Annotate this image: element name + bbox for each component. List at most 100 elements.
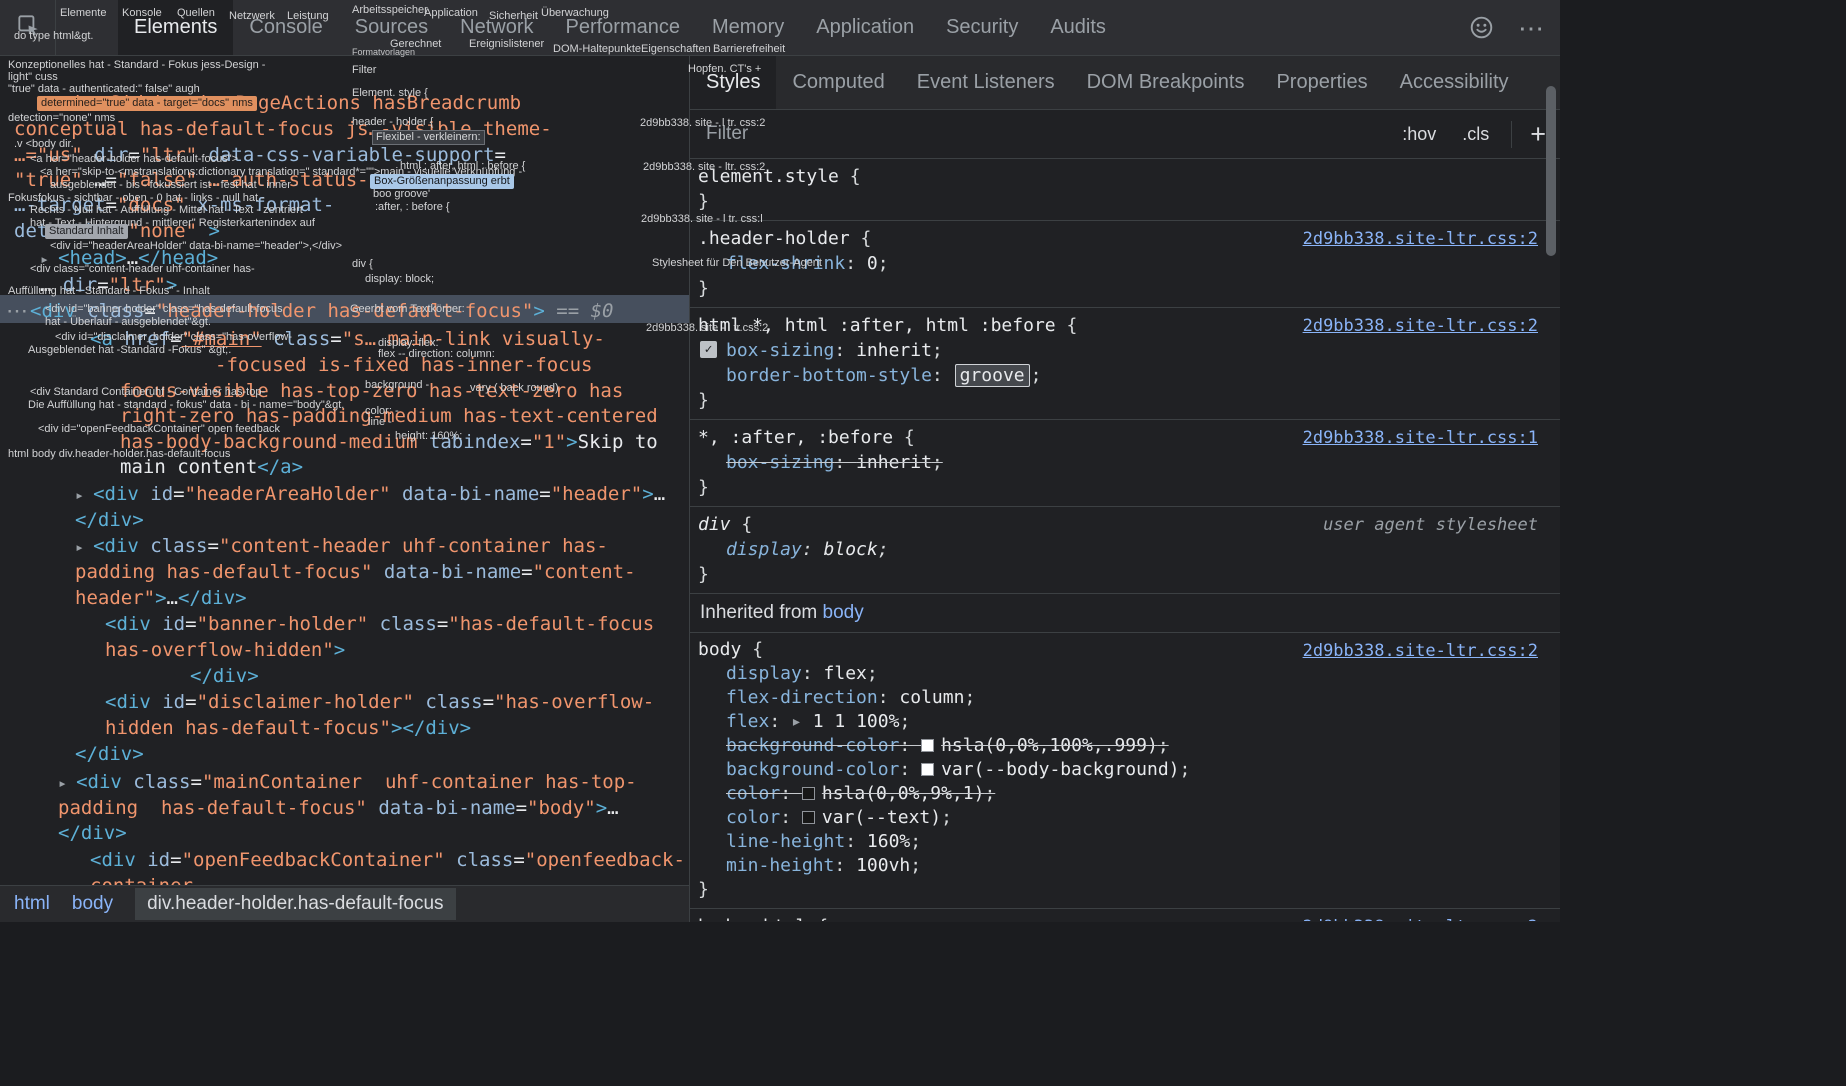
css-property[interactable]: box-sizing: inherit;: [698, 450, 1550, 475]
sidebar-tab-styles[interactable]: Styles: [690, 56, 777, 109]
stylesheet-source-link[interactable]: 2d9bb338.site-ltr.css:2: [1303, 314, 1538, 339]
expand-arrow-icon[interactable]: ▸: [791, 711, 813, 732]
stylesheet-source-link[interactable]: 2d9bb338.site-ltr.css:2: [1303, 915, 1538, 921]
dom-tree-node[interactable]: ▸ <div id="headerAreaHolder" data-bi-nam…: [75, 481, 665, 508]
tab-memory[interactable]: Memory: [696, 0, 800, 55]
style-rule: element.style {}: [690, 159, 1560, 221]
inspect-element-icon: [15, 12, 41, 43]
dom-tree-node[interactable]: "true" …="false" …-auth-status-: [14, 167, 369, 193]
toggle-pseudo-state-button[interactable]: :hov: [1402, 124, 1436, 145]
css-property[interactable]: display: flex;: [698, 662, 1550, 686]
sidebar-tab-computed[interactable]: Computed: [776, 56, 900, 109]
dom-tree-node[interactable]: has-body-background-medium tabindex="1">…: [120, 429, 658, 455]
feedback-smiley-icon[interactable]: [1466, 13, 1496, 43]
user-agent-stylesheet-note: user agent stylesheet: [1323, 515, 1538, 535]
rule-selector[interactable]: body, html {2d9bb338.site-ltr.css:2: [698, 914, 1550, 921]
plus-icon: +: [1530, 118, 1546, 149]
css-property[interactable]: color: var(--text);: [698, 806, 1550, 830]
sidebar-tab-dom-breakpoints[interactable]: DOM Breakpoints: [1071, 56, 1261, 109]
dom-tree-node[interactable]: ▸ <div class="content-header uhf-contain…: [75, 533, 608, 560]
styles-filter-input[interactable]: [704, 122, 1377, 146]
sidebar-tab-accessibility[interactable]: Accessibility: [1384, 56, 1525, 109]
dom-tree-node[interactable]: padding has-default-focus" data-bi-name=…: [75, 559, 636, 585]
dom-tree-node[interactable]: ▸ <div class="mainContainer uhf-containe…: [58, 769, 637, 796]
dom-tree-node[interactable]: </div>: [190, 663, 259, 689]
rule-selector[interactable]: .header-holder {2d9bb338.site-ltr.css:2: [698, 226, 1550, 251]
tab-network[interactable]: Network: [444, 0, 549, 55]
inspect-element-button[interactable]: [0, 0, 56, 55]
dom-breadcrumb-bar: html body div.header-holder.has-default-fo…: [0, 885, 689, 922]
rule-selector[interactable]: element.style {: [698, 164, 1550, 189]
tab-sources[interactable]: Sources: [339, 0, 444, 55]
dom-tree-node[interactable]: right-zero has-padding-medium has-text-c…: [120, 403, 658, 429]
dom-tree-node[interactable]: header">…</div>: [75, 585, 247, 611]
main-menu-icon[interactable]: ⋯: [1516, 13, 1546, 43]
breadcrumb-div-header-holder-has-default-focus[interactable]: div.header-holder.has-default-focus: [135, 888, 456, 920]
color-swatch[interactable]: [801, 811, 815, 824]
breadcrumb-body[interactable]: body: [72, 893, 113, 915]
tab-audits[interactable]: Audits: [1034, 0, 1122, 55]
dom-tree-node[interactable]: hidden has-default-focus"></div>: [105, 715, 471, 741]
css-property[interactable]: flex-direction: column;: [698, 686, 1550, 710]
dom-tree-node[interactable]: </div>: [58, 820, 127, 846]
css-property[interactable]: background-color: hsla(0,0%,100%,.999);: [698, 734, 1550, 758]
inherited-node-link[interactable]: body: [823, 602, 864, 623]
styles-filter-row: :hov .cls + ▾: [690, 110, 1560, 159]
new-style-rule-button[interactable]: + ▾: [1511, 118, 1554, 154]
dom-tree-node[interactable]: detection="none" >: [14, 218, 220, 244]
color-swatch[interactable]: [801, 787, 815, 800]
css-property[interactable]: flex-shrink: 0;: [698, 251, 1550, 276]
rule-selector[interactable]: html *, html :after, html :before {2d9bb…: [698, 313, 1550, 338]
color-swatch[interactable]: [921, 739, 935, 752]
dom-tree-node[interactable]: … dir="ltr">: [40, 272, 177, 298]
dom-tree-node[interactable]: focus-visible has-top-zero has-text-zero…: [120, 378, 623, 404]
tab-performance[interactable]: Performance: [550, 0, 697, 55]
dom-tree-node[interactable]: </div>: [75, 507, 144, 533]
tab-security[interactable]: Security: [930, 0, 1034, 55]
tab-console[interactable]: Console: [233, 0, 338, 55]
dom-tree-node[interactable]: -focused is-fixed has-inner-focus: [215, 352, 593, 378]
css-property[interactable]: color: hsla(0,0%,9%,1);: [698, 782, 1550, 806]
sidebar-tab-event-listeners[interactable]: Event Listeners: [901, 56, 1071, 109]
rule-selector[interactable]: body {2d9bb338.site-ltr.css:2: [698, 638, 1550, 662]
dom-tree-node[interactable]: </div>: [75, 741, 144, 767]
stylesheet-source-link[interactable]: 2d9bb338.site-ltr.css:1: [1303, 426, 1538, 451]
css-property[interactable]: ✓ box-sizing: inherit;: [698, 338, 1550, 363]
dom-tree-node[interactable]: …-target="docs" x-ms-format-: [14, 192, 334, 218]
dom-tree-node[interactable]: <div id="banner-holder" class="has-defau…: [105, 611, 654, 637]
stylesheet-source-link[interactable]: 2d9bb338.site-ltr.css:2: [1303, 227, 1538, 252]
tab-application[interactable]: Application: [800, 0, 930, 55]
dom-tree-node[interactable]: <a href="#main" class="s… main-link visu…: [90, 326, 605, 352]
color-swatch[interactable]: [921, 763, 935, 776]
breadcrumb-html[interactable]: html: [14, 893, 50, 915]
dom-tree-node[interactable]: …="us" dir="ltr" data-css-variable-suppo…: [14, 142, 506, 168]
css-property[interactable]: line-height: 160%;: [698, 830, 1550, 854]
devtools-window: hasSidebar hasPageActions hasBreadcrumb c…: [0, 0, 1560, 922]
property-enabled-checkbox[interactable]: ✓: [700, 341, 717, 358]
tab-elements[interactable]: Elements: [118, 0, 234, 55]
inherited-from-label: Inherited from: [700, 602, 823, 623]
dom-tree-node[interactable]: hasSidebar hasPageActions hasBreadcrumb: [75, 90, 521, 116]
style-rule: body {2d9bb338.site-ltr.css:2 display: fl…: [690, 633, 1560, 909]
rule-selector[interactable]: div {user agent stylesheet: [698, 512, 1550, 537]
dom-tree-node[interactable]: <div class="header-holder has-default-fo…: [30, 298, 613, 324]
css-property[interactable]: border-bottom-style: groove;: [698, 363, 1550, 388]
dom-tree-node[interactable]: <div id="disclaimer-holder" class="has-o…: [105, 689, 654, 715]
dom-tree-node[interactable]: main content</a>: [120, 454, 303, 480]
dom-tree-node[interactable]: <div id="openFeedbackContainer" class="o…: [90, 847, 685, 873]
dom-tree-node[interactable]: conceptual has-default-focus js…-visible…: [14, 116, 552, 142]
css-property[interactable]: flex: ▸ 1 1 100%;: [698, 710, 1550, 734]
style-rule: .header-holder {2d9bb338.site-ltr.css:2 f…: [690, 221, 1560, 308]
dom-tree-node[interactable]: padding has-default-focus" data-bi-name=…: [58, 795, 619, 821]
css-property[interactable]: background-color: var(--body-background)…: [698, 758, 1550, 782]
dom-tree-node[interactable]: ▸ <head>…</head>: [40, 245, 218, 272]
sidebar-tab-properties[interactable]: Properties: [1260, 56, 1383, 109]
toolbar-right-icons: ⋯: [1466, 0, 1560, 55]
rule-selector[interactable]: *, :after, :before {2d9bb338.site-ltr.cs…: [698, 425, 1550, 450]
dom-tree-node[interactable]: has-overflow-hidden">: [105, 637, 345, 663]
toggle-element-classes-button[interactable]: .cls: [1462, 124, 1489, 145]
css-property[interactable]: min-height: 100vh;: [698, 854, 1550, 878]
styles-scrollbar-thumb[interactable]: [1546, 86, 1556, 256]
stylesheet-source-link[interactable]: 2d9bb338.site-ltr.css:2: [1303, 639, 1538, 663]
css-property[interactable]: display: block;: [698, 537, 1550, 562]
